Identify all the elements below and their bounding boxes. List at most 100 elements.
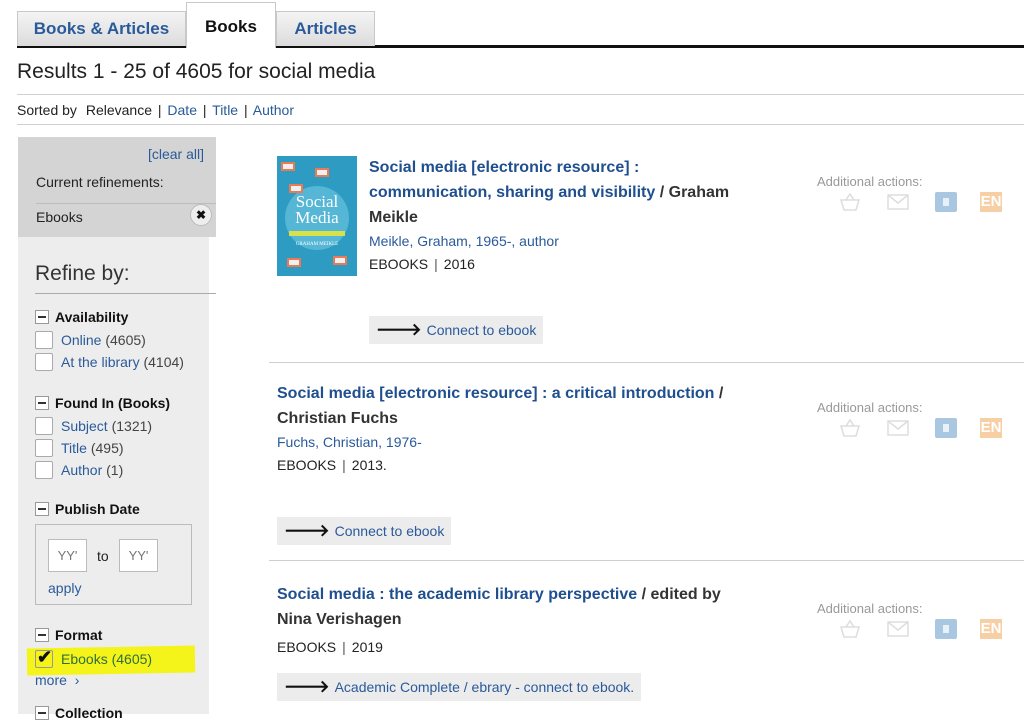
refine-panel: Refine by: Availability Online (4605) At… <box>18 237 216 721</box>
endnote-icon[interactable]: EN <box>980 619 1002 639</box>
divider <box>17 124 1024 125</box>
result-item: Social media : the academic library pers… <box>269 575 1024 714</box>
tab-books[interactable]: Books <box>186 2 276 48</box>
facet-item-online[interactable]: Online (4605) <box>35 331 146 349</box>
sort-bar: Sorted by Relevance | Date | Title | Aut… <box>17 102 294 118</box>
tab-articles[interactable]: Articles <box>276 11 375 46</box>
chevron-right-icon: › <box>74 672 80 688</box>
collapse-icon[interactable] <box>35 628 49 642</box>
title-link[interactable]: Social media [electronic resource] : <box>369 159 639 176</box>
divider <box>36 203 216 204</box>
connect-ebook-button[interactable]: 🡒 Connect to ebook <box>277 517 452 545</box>
divider <box>269 362 1024 363</box>
sort-title-link[interactable]: Title <box>212 102 238 118</box>
author-link[interactable]: Meikle, Graham, 1965-, author <box>369 233 559 249</box>
checkbox[interactable] <box>35 461 53 479</box>
facet-link[interactable]: Online <box>61 332 101 348</box>
facet-collection-header[interactable]: Collection <box>35 705 123 721</box>
document-icon[interactable] <box>935 418 957 438</box>
checkbox[interactable] <box>35 439 53 457</box>
result-title[interactable]: Social media [electronic resource] : com… <box>369 155 729 230</box>
facet-link[interactable]: Title <box>61 440 87 456</box>
facet-link[interactable]: At the library <box>61 354 140 370</box>
cover-author: GRAHAM MEIKLE <box>295 242 339 247</box>
mail-icon[interactable] <box>887 192 909 212</box>
results-heading: Results 1 - 25 of 4605 for social media <box>17 60 376 83</box>
facet-link[interactable]: Ebooks <box>61 651 108 667</box>
facet-item-ebooks[interactable]: ✔ Ebooks (4605) <box>35 647 152 668</box>
facet-found-in-header[interactable]: Found In (Books) <box>35 395 170 411</box>
endnote-icon[interactable]: EN <box>980 418 1002 438</box>
document-icon[interactable] <box>935 192 957 212</box>
facet-count: (1321) <box>111 418 153 434</box>
endnote-icon[interactable]: EN <box>980 192 1002 212</box>
divider <box>35 293 216 294</box>
collapse-icon[interactable] <box>35 310 49 324</box>
facet-title: Found In (Books) <box>55 395 171 411</box>
collapse-icon[interactable] <box>35 502 49 516</box>
date-to-input[interactable] <box>119 539 158 572</box>
result-meta: EBOOKS | 2013. <box>277 457 387 473</box>
current-refinement-ebooks: Ebooks <box>36 209 83 225</box>
checkbox[interactable] <box>35 417 53 435</box>
cover-art <box>315 168 329 177</box>
arrow-right-icon: 🡒 <box>284 677 330 696</box>
facet-item-author[interactable]: Author (1) <box>35 461 123 479</box>
basket-icon[interactable] <box>839 418 861 438</box>
format-more-link[interactable]: more › <box>35 672 79 688</box>
collapse-icon[interactable] <box>35 706 49 720</box>
book-cover[interactable]: Social Media GRAHAM MEIKLE <box>277 156 357 276</box>
facet-availability-header[interactable]: Availability <box>35 309 128 325</box>
title-link[interactable]: Social media [electronic resource] : a c… <box>277 385 714 402</box>
search-scope-tabs: Books & Articles Books Articles <box>17 0 1024 48</box>
facet-item-title[interactable]: Title (495) <box>35 439 124 457</box>
basket-icon[interactable] <box>839 192 861 212</box>
divider <box>17 94 1024 95</box>
result-item: Social Media GRAHAM MEIKLE Social media [… <box>269 150 1024 362</box>
title-link[interactable]: communication, sharing and visibility <box>369 184 655 201</box>
sort-label: Sorted by <box>17 102 77 118</box>
clear-all-link[interactable]: [clear all] <box>148 146 204 162</box>
facet-item-subject[interactable]: Subject (1321) <box>35 417 152 435</box>
checkbox-checked[interactable]: ✔ <box>35 647 53 668</box>
separator: | <box>157 102 162 118</box>
result-meta: EBOOKS | 2019 <box>277 639 383 655</box>
connect-ebook-button[interactable]: 🡒 Connect to ebook <box>369 316 544 344</box>
facet-count: (4104) <box>143 354 184 370</box>
facet-format-header[interactable]: Format <box>35 627 102 643</box>
sort-current: Relevance <box>85 102 152 118</box>
facet-item-at-library[interactable]: At the library (4104) <box>35 353 184 371</box>
facet-link[interactable]: Subject <box>61 418 108 434</box>
date-from-input[interactable] <box>48 539 87 572</box>
sort-author-link[interactable]: Author <box>253 102 294 118</box>
result-title[interactable]: Social media : the academic library pers… <box>277 582 721 632</box>
connect-ebook-button[interactable]: 🡒 Academic Complete / ebrary - connect to… <box>277 673 642 701</box>
facet-title: Format <box>55 627 103 643</box>
tab-books-articles[interactable]: Books & Articles <box>17 11 186 46</box>
checkbox[interactable] <box>35 353 53 371</box>
cover-art <box>281 162 295 171</box>
apply-date-link[interactable]: apply <box>48 580 81 596</box>
facet-title: Publish Date <box>55 501 140 517</box>
arrow-right-icon: 🡒 <box>376 320 422 339</box>
mail-icon[interactable] <box>887 619 909 639</box>
result-title[interactable]: Social media [electronic resource] : a c… <box>277 381 723 431</box>
facet-link[interactable]: Author <box>61 462 102 478</box>
title-link[interactable]: Social media : the academic library pers… <box>277 586 637 603</box>
basket-icon[interactable] <box>839 619 861 639</box>
collapse-icon[interactable] <box>35 396 49 410</box>
sort-date-link[interactable]: Date <box>167 102 197 118</box>
facet-publish-date-header[interactable]: Publish Date <box>35 501 140 517</box>
cover-art <box>287 258 301 267</box>
more-label: more <box>35 672 67 688</box>
mail-icon[interactable] <box>887 418 909 438</box>
checkbox[interactable] <box>35 331 53 349</box>
publish-date-range: to apply <box>35 524 192 605</box>
current-refinements-label: Current refinements: <box>36 174 164 190</box>
result-item: Social media [electronic resource] : a c… <box>269 375 1024 575</box>
document-icon[interactable] <box>935 619 957 639</box>
additional-actions-label: Additional actions: <box>817 601 923 616</box>
author-link[interactable]: Fuchs, Christian, 1976- <box>277 434 422 450</box>
remove-refinement-button[interactable]: ✖ <box>190 204 212 226</box>
arrow-right-icon: 🡒 <box>284 521 330 540</box>
